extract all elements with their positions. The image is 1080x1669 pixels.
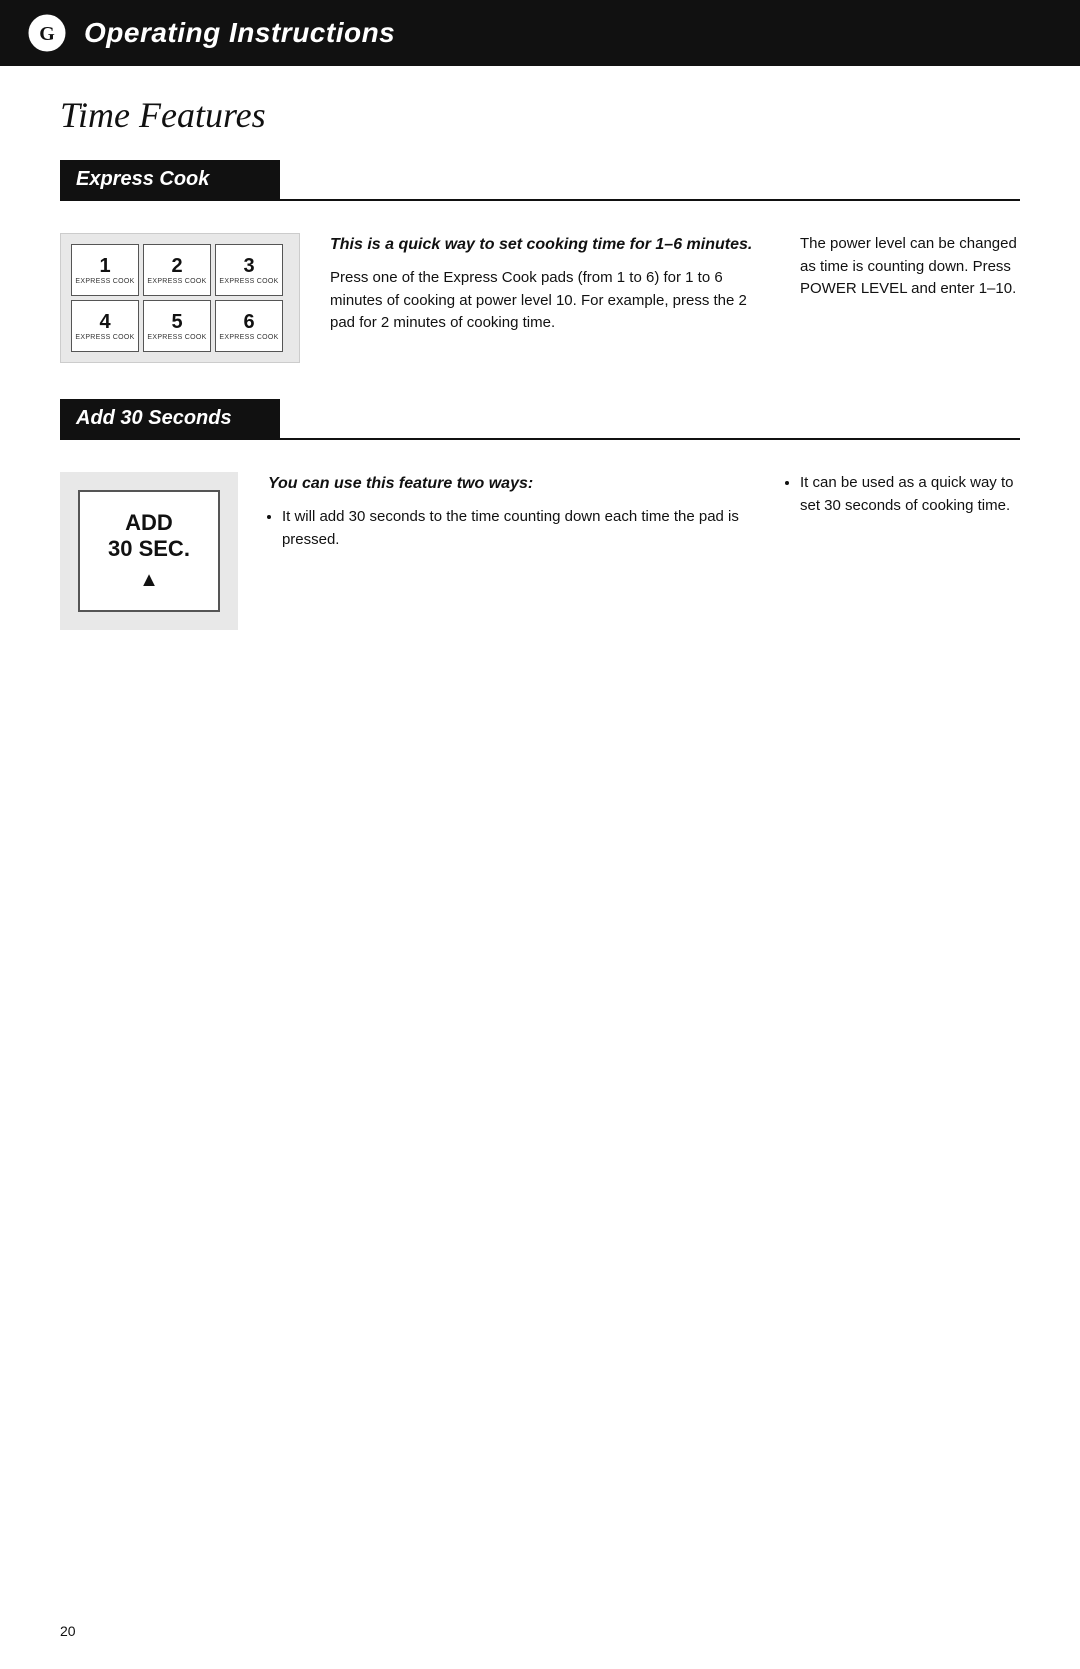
add30-bullet1: It will add 30 seconds to the time count… (282, 506, 770, 551)
section-divider (60, 199, 1020, 201)
express-cook-body: Press one of the Express Cook pads (from… (330, 267, 770, 335)
add30-bullet2: It can be used as a quick way to set 30 … (800, 472, 1020, 517)
keypad-btn-4[interactable]: 4 EXPRESS COOK (71, 300, 139, 352)
add30-section: Add 30 Seconds ADD30 SEC. ▲ You can use … (60, 399, 1020, 630)
keypad-number-2: 2 (171, 256, 182, 276)
header-title: Operating Instructions (84, 17, 395, 49)
page-number: 20 (60, 1623, 76, 1639)
keypad-btn-3[interactable]: 3 EXPRESS COOK (215, 244, 283, 296)
add30-text: You can use this feature two ways: It wi… (268, 472, 770, 559)
keypad-btn-6[interactable]: 6 EXPRESS COOK (215, 300, 283, 352)
keypad-label-1: EXPRESS COOK (75, 278, 134, 285)
add30-divider (60, 438, 1020, 440)
svg-text:G: G (39, 23, 55, 45)
add30-right: It can be used as a quick way to set 30 … (800, 472, 1020, 517)
keypad-number-1: 1 (99, 256, 110, 276)
keypad-number-4: 4 (99, 312, 110, 332)
add30-button[interactable]: ADD30 SEC. ▲ (78, 490, 220, 612)
add30-right-list: It can be used as a quick way to set 30 … (800, 472, 1020, 517)
express-cook-title: Express Cook (60, 160, 280, 199)
page-body: Time Features Express Cook 1 EXPRESS COO… (0, 66, 1080, 726)
keypad-number-5: 5 (171, 312, 182, 332)
keypad-label-5: EXPRESS COOK (147, 334, 206, 341)
express-cook-content: 1 EXPRESS COOK 2 EXPRESS COOK 3 EXPRESS … (60, 221, 1020, 363)
add30-intro: You can use this feature two ways: (268, 472, 770, 496)
page-header: G Operating Instructions (0, 0, 1080, 66)
keypad-btn-1[interactable]: 1 EXPRESS COOK (71, 244, 139, 296)
add30-list: It will add 30 seconds to the time count… (282, 506, 770, 551)
keypad-btn-5[interactable]: 5 EXPRESS COOK (143, 300, 211, 352)
keypad-label-6: EXPRESS COOK (219, 334, 278, 341)
express-cook-section: Express Cook 1 EXPRESS COOK 2 EXPRESS CO… (60, 160, 1020, 363)
keypad-number-6: 6 (243, 312, 254, 332)
keypad-label-2: EXPRESS COOK (147, 278, 206, 285)
keypad-number-3: 3 (243, 256, 254, 276)
ge-logo-icon: G (27, 13, 67, 53)
add30-content: ADD30 SEC. ▲ You can use this feature tw… (60, 460, 1020, 630)
add30-title: Add 30 Seconds (60, 399, 280, 438)
page-title: Time Features (60, 94, 1020, 136)
add30-header: Add 30 Seconds (60, 399, 1020, 438)
express-cook-text: This is a quick way to set cooking time … (330, 233, 770, 343)
express-cook-header: Express Cook (60, 160, 1020, 199)
add30-line1: ADD30 SEC. (108, 510, 190, 563)
keypad-btn-2[interactable]: 2 EXPRESS COOK (143, 244, 211, 296)
keypad-label-3: EXPRESS COOK (219, 278, 278, 285)
logo: G (24, 10, 70, 56)
keypad-label-4: EXPRESS COOK (75, 334, 134, 341)
express-cook-right-text: The power level can be changed as time i… (800, 233, 1020, 301)
express-cook-keypad: 1 EXPRESS COOK 2 EXPRESS COOK 3 EXPRESS … (60, 233, 300, 363)
express-cook-right: The power level can be changed as time i… (800, 233, 1020, 301)
add30-triangle-icon: ▲ (108, 569, 190, 592)
add30-button-wrapper: ADD30 SEC. ▲ (60, 472, 238, 630)
express-cook-intro: This is a quick way to set cooking time … (330, 233, 770, 257)
